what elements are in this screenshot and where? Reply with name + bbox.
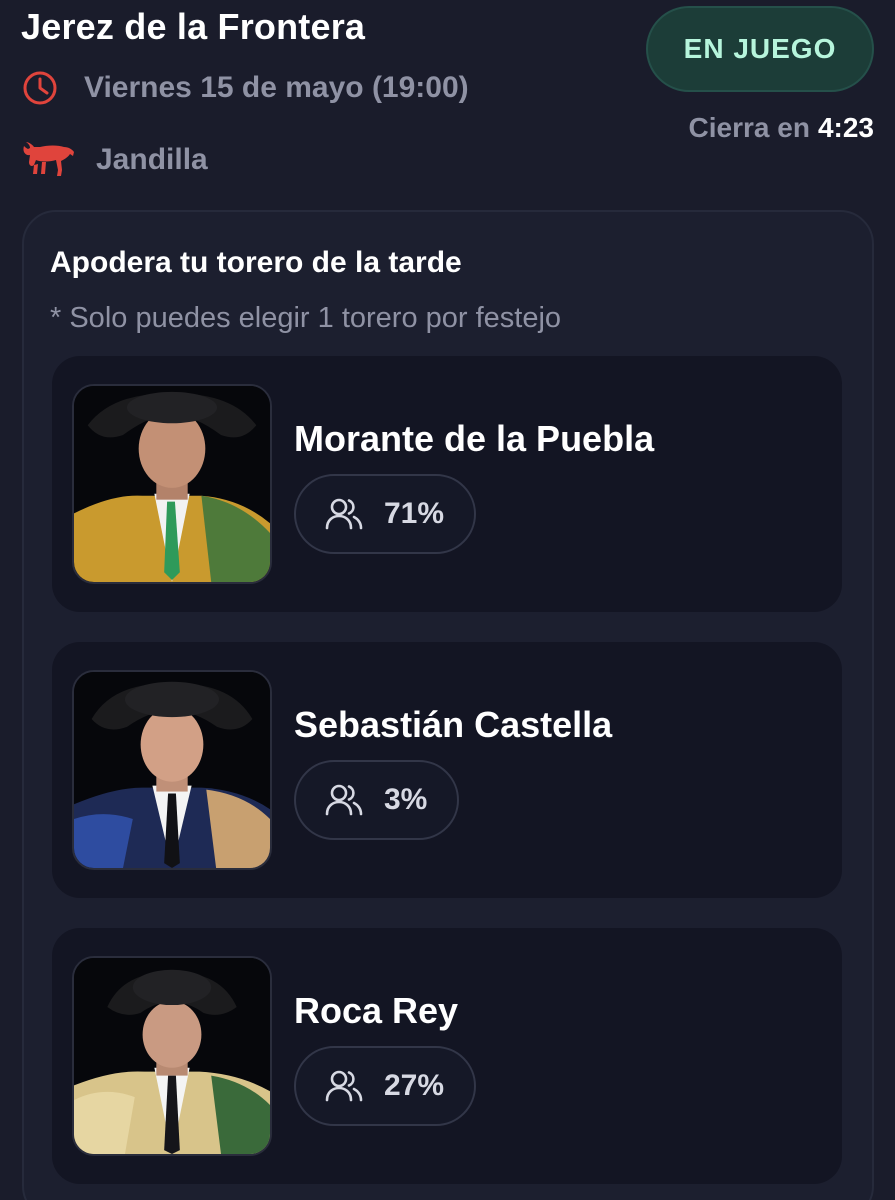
bull-icon: [20, 138, 76, 182]
vote-percentage: 3%: [384, 783, 428, 816]
torero-card-morante[interactable]: Morante de la Puebla 71%: [52, 356, 842, 612]
users-icon: [324, 780, 364, 820]
users-icon: [324, 494, 364, 534]
event-date: Viernes 15 de mayo (19:00): [84, 71, 469, 104]
picker-title: Apodera tu torero de la tarde: [50, 246, 462, 279]
event-screen: Jerez de la Frontera Viernes 15 de mayo …: [0, 0, 895, 1200]
torero-photo: [72, 670, 272, 870]
closing-time: 4:23: [817, 112, 874, 143]
venue-title: Jerez de la Frontera: [21, 6, 366, 47]
ganaderia-row: Jandilla: [20, 138, 208, 182]
picker-note: * Solo puedes elegir 1 torero por festej…: [50, 302, 562, 334]
users-icon: [324, 1066, 364, 1106]
torero-photo: [72, 384, 272, 584]
vote-percentage-pill: 71%: [294, 474, 477, 554]
torero-photo: [72, 956, 272, 1156]
vote-percentage-pill: 3%: [294, 760, 460, 840]
vote-percentage-pill: 27%: [294, 1046, 477, 1126]
ganaderia-name: Jandilla: [96, 143, 208, 176]
torero-name: Morante de la Puebla: [294, 418, 655, 459]
torero-name: Roca Rey: [294, 990, 459, 1031]
clock-icon: [20, 68, 60, 108]
torero-card-castella[interactable]: Sebastián Castella 3%: [52, 642, 842, 898]
vote-percentage: 71%: [384, 497, 445, 530]
closing-countdown: Cierra en 4:23: [689, 112, 874, 144]
event-date-row: Viernes 15 de mayo (19:00): [20, 68, 469, 108]
closing-label: Cierra en: [688, 112, 810, 143]
vote-percentage: 27%: [384, 1069, 445, 1102]
torero-card-roca-rey[interactable]: Roca Rey 27%: [52, 928, 842, 1184]
torero-name: Sebastián Castella: [294, 704, 613, 745]
status-badge: EN JUEGO: [646, 6, 874, 92]
